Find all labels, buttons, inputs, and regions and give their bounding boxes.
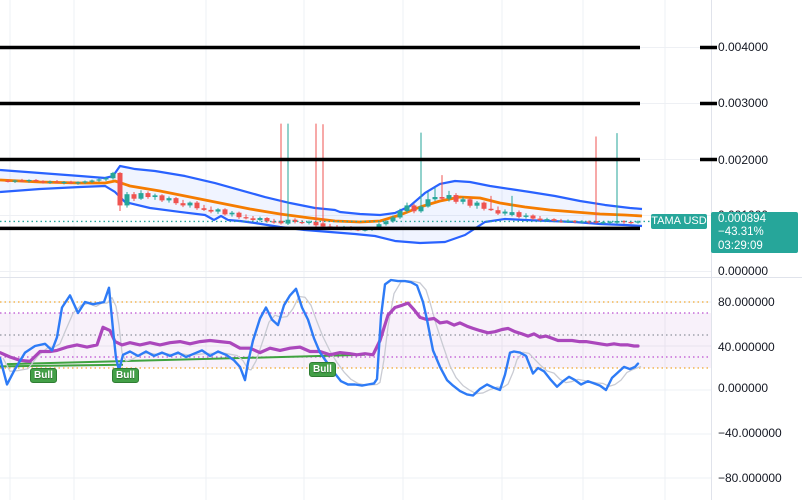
bull-signal-label: Bull bbox=[112, 368, 139, 383]
price-badge: 0.000894 −43.31% 03:29:09 bbox=[711, 212, 798, 253]
badge-change-percent: −43.31% bbox=[718, 226, 764, 239]
price-axis-label: 0.000000 bbox=[718, 264, 769, 278]
price-axis-label: 0.002000 bbox=[718, 153, 769, 167]
chart-canvas[interactable] bbox=[0, 0, 802, 500]
price-axis-label: 0.004000 bbox=[718, 40, 769, 54]
badge-countdown: 03:29:09 bbox=[718, 239, 763, 252]
indicator-axis-label: −40.000000 bbox=[718, 426, 782, 440]
price-axis-label: 0.003000 bbox=[718, 96, 769, 110]
black-horizontal-rays bbox=[0, 45, 717, 231]
symbol-price-tag: TAMA USD bbox=[651, 214, 707, 229]
bull-signal-label: Bull bbox=[309, 362, 336, 377]
indicator-axis-label: 0.000000 bbox=[718, 381, 769, 395]
indicator-panel bbox=[0, 278, 711, 397]
symbol-tag-label: TAMA USD bbox=[651, 215, 707, 227]
price-panel bbox=[0, 164, 643, 245]
badge-price: 0.000894 bbox=[718, 213, 766, 225]
trading-chart-window: 0.0040000.0030000.0020000.0010000.000000… bbox=[0, 0, 802, 500]
bull-signal-label: Bull bbox=[30, 368, 57, 383]
indicator-axis-label: −80.000000 bbox=[718, 471, 782, 485]
indicator-axis-label: 40.000000 bbox=[718, 340, 775, 354]
gridlines bbox=[0, 0, 711, 500]
indicator-axis-label: 80.000000 bbox=[718, 295, 775, 309]
